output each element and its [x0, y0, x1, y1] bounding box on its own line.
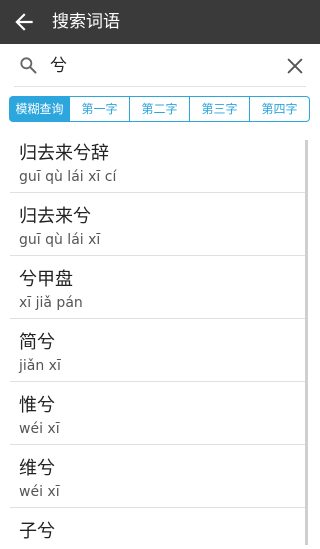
list-item[interactable]: 子兮 — [0, 508, 320, 549]
list-item[interactable]: 归去来兮 guī qù lái xī — [0, 193, 320, 256]
pinyin-text: xī jiǎ pán — [19, 295, 83, 311]
page-title: 搜索词语 — [52, 12, 120, 32]
pinyin-text: jiǎn xī — [19, 358, 61, 374]
tab-third-char[interactable]: 第三字 — [190, 96, 250, 122]
scrollbar[interactable] — [305, 140, 308, 545]
search-mode-tabs: 模糊查询 第一字 第二字 第三字 第四字 — [9, 96, 310, 122]
search-icon — [20, 57, 37, 74]
pinyin-text: guī qù lái xī — [19, 232, 101, 248]
word-text: 归去来兮 — [19, 206, 91, 227]
pinyin-text: guī qù lái xī cí — [19, 169, 117, 185]
word-text: 归去来兮辞 — [19, 143, 109, 164]
tab-first-char[interactable]: 第一字 — [70, 96, 130, 122]
close-icon[interactable] — [284, 55, 306, 77]
pinyin-text: wéi xī — [19, 484, 60, 500]
word-text: 兮甲盘 — [19, 269, 73, 290]
back-arrow-icon[interactable] — [11, 9, 37, 35]
search-input[interactable]: 兮 — [50, 55, 67, 77]
tab-fuzzy[interactable]: 模糊查询 — [9, 96, 70, 122]
word-text: 子兮 — [19, 521, 55, 542]
word-text: 简兮 — [19, 332, 55, 353]
word-text: 维兮 — [19, 458, 55, 479]
top-app-bar: 搜索词语 — [0, 0, 320, 44]
search-underline — [14, 86, 306, 87]
tab-second-char[interactable]: 第二字 — [130, 96, 190, 122]
results-list: 归去来兮辞 guī qù lái xī cí 归去来兮 guī qù lái x… — [0, 130, 320, 549]
word-text: 惟兮 — [19, 395, 55, 416]
list-item[interactable]: 惟兮 wéi xī — [0, 382, 320, 445]
list-item[interactable]: 简兮 jiǎn xī — [0, 319, 320, 382]
list-item[interactable]: 维兮 wéi xī — [0, 445, 320, 508]
list-item[interactable]: 兮甲盘 xī jiǎ pán — [0, 256, 320, 319]
search-bar: 兮 — [0, 44, 320, 90]
pinyin-text: wéi xī — [19, 421, 60, 437]
tab-fourth-char[interactable]: 第四字 — [250, 96, 310, 122]
list-item[interactable]: 归去来兮辞 guī qù lái xī cí — [0, 130, 320, 193]
